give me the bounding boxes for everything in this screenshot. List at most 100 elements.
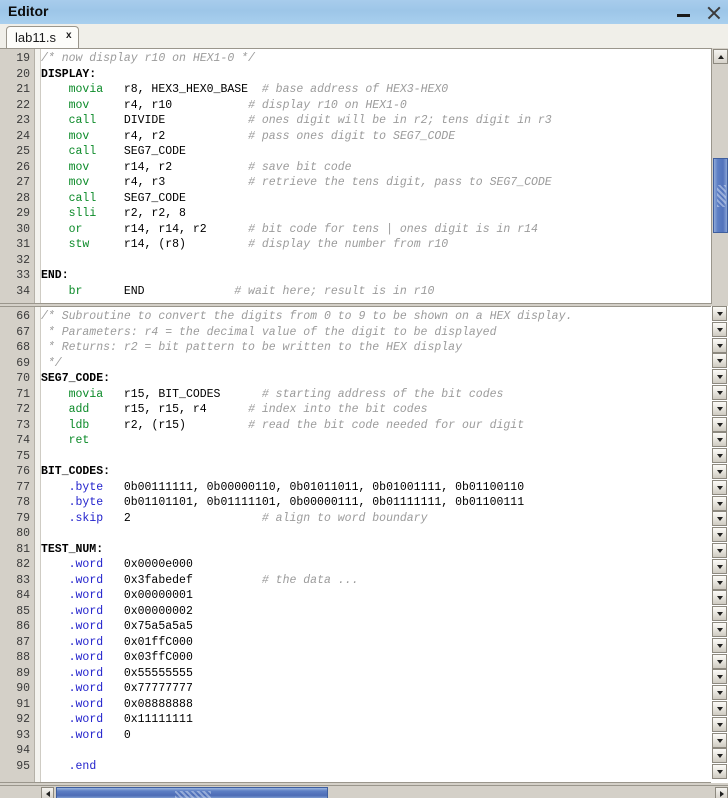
scroll-arrow-button-stack[interactable] — [711, 306, 728, 783]
scroll-down-button[interactable] — [712, 669, 727, 685]
code-token: .word — [68, 635, 104, 649]
code-token: .word — [68, 589, 104, 602]
line-number: 91 — [16, 697, 30, 711]
code-text-bottom[interactable]: /* Subroutine to convert the digits from… — [41, 307, 728, 782]
code-pane-bottom[interactable]: 66 67 68 69 70 71 72 73 74 75 76 77 78 79 80 81 82 83 84 85… — [0, 306, 728, 783]
code-line: .word 0x01ffC000 — [41, 635, 193, 651]
close-button[interactable] — [704, 2, 724, 22]
code-pane-top[interactable]: 19 20 21 22 23 24 25 26 27 28 29 30 31 32 33 34 /* now … — [0, 48, 728, 304]
code-token: # the data ... — [261, 573, 359, 587]
scroll-down-button[interactable] — [712, 716, 727, 732]
scroll-down-button[interactable] — [712, 764, 727, 780]
code-token: # ones digit will be in r2; tens digit i… — [248, 114, 552, 127]
line-number: 75 — [16, 449, 30, 463]
scroll-down-button[interactable] — [712, 464, 727, 479]
minimize-button[interactable] — [674, 2, 694, 22]
scroll-down-button[interactable] — [712, 353, 727, 369]
code-token: r15, BIT_CODES — [103, 387, 262, 401]
line-number: 90 — [16, 682, 30, 695]
code-text-top[interactable]: /* now display r10 on HEX1-0 */DISPLAY: … — [41, 49, 728, 303]
scroll-down-button[interactable] — [712, 558, 727, 574]
horizontal-scrollbar-thumb[interactable] — [56, 787, 328, 798]
scroll-down-button[interactable] — [712, 732, 727, 748]
line-number: 86 — [16, 620, 30, 633]
tab-close-icon[interactable]: x — [66, 30, 72, 41]
line-number: 72 — [16, 403, 30, 416]
tab-lab11-s[interactable]: lab11.s x — [6, 26, 79, 48]
code-token: SEG7_CODE — [96, 191, 186, 205]
code-token: BIT_CODES: — [41, 465, 111, 478]
scroll-down-button[interactable] — [712, 543, 727, 558]
line-number: 23 — [16, 114, 30, 127]
scroll-down-button[interactable] — [712, 495, 727, 511]
scroll-down-button[interactable] — [712, 574, 727, 590]
line-number: 87 — [16, 635, 30, 649]
code-token: movia — [68, 83, 104, 96]
triangle-down-icon — [717, 501, 723, 506]
scroll-down-button[interactable] — [712, 321, 727, 337]
code-line: call SEG7_CODE — [41, 144, 186, 160]
line-number: 26 — [16, 160, 30, 174]
scroll-down-button[interactable] — [712, 748, 727, 764]
vertical-scrollbar-thumb[interactable] — [713, 158, 728, 233]
code-line: TEST_NUM: — [41, 542, 103, 558]
scroll-left-button[interactable] — [41, 787, 54, 798]
scrollbar-grip-icon — [717, 185, 726, 207]
code-line: .word 0 — [41, 728, 131, 744]
code-line: .word 0x08888888 — [41, 697, 193, 713]
scroll-right-button[interactable] — [715, 787, 728, 798]
vertical-scrollbar[interactable] — [711, 48, 728, 304]
scroll-down-button[interactable] — [712, 511, 727, 527]
scroll-down-button[interactable] — [712, 448, 727, 464]
code-line: END: — [41, 268, 69, 284]
code-token: .byte — [68, 496, 104, 509]
scroll-down-button[interactable] — [712, 527, 727, 543]
scroll-down-button[interactable] — [712, 479, 727, 495]
triangle-down-icon — [717, 454, 723, 459]
code-token: ret — [68, 434, 90, 447]
scroll-down-button[interactable] — [712, 606, 727, 622]
scroll-down-button[interactable] — [712, 385, 727, 400]
scroll-down-button[interactable] — [712, 653, 727, 669]
code-token: r2, (r15) — [89, 418, 249, 432]
horizontal-scrollbar[interactable] — [41, 785, 728, 798]
triangle-down-icon — [717, 722, 723, 727]
code-token: 0b00111111, 0b00000110, 0b01011011, 0b01… — [103, 480, 525, 494]
code-line: .end — [41, 759, 97, 775]
scroll-down-button[interactable] — [712, 622, 727, 637]
code-token: .word — [68, 604, 104, 618]
scroll-down-button[interactable] — [712, 590, 727, 606]
code-line: mov r14, r2 # save bit code — [41, 160, 352, 176]
scroll-down-button[interactable] — [712, 369, 727, 385]
code-token: r14, r2 — [89, 160, 249, 174]
scroll-down-button[interactable] — [712, 400, 727, 416]
code-token: mov — [68, 176, 90, 189]
code-token: END — [82, 284, 235, 298]
line-number: 24 — [16, 129, 30, 143]
triangle-down-icon — [717, 770, 723, 775]
triangle-down-icon — [717, 612, 723, 617]
close-icon — [706, 5, 721, 20]
code-line: stw r14, (r8) # display the number from … — [41, 237, 449, 253]
code-token: .word — [68, 713, 104, 726]
code-token: r14, r14, r2 — [82, 222, 249, 236]
scroll-down-button[interactable] — [712, 416, 727, 432]
scroll-down-button[interactable] — [712, 637, 727, 653]
code-line: .word 0x0000e000 — [41, 557, 193, 573]
scroll-down-button[interactable] — [712, 306, 727, 321]
scroll-down-button[interactable] — [712, 701, 727, 716]
scroll-down-button[interactable] — [712, 432, 727, 448]
scroll-up-button[interactable] — [713, 49, 728, 64]
bottom-left-rail — [0, 785, 41, 798]
scroll-down-button[interactable] — [712, 337, 727, 353]
scroll-down-button[interactable] — [712, 685, 727, 701]
code-line: * Returns: r2 = bit pattern to be writte… — [41, 340, 462, 356]
